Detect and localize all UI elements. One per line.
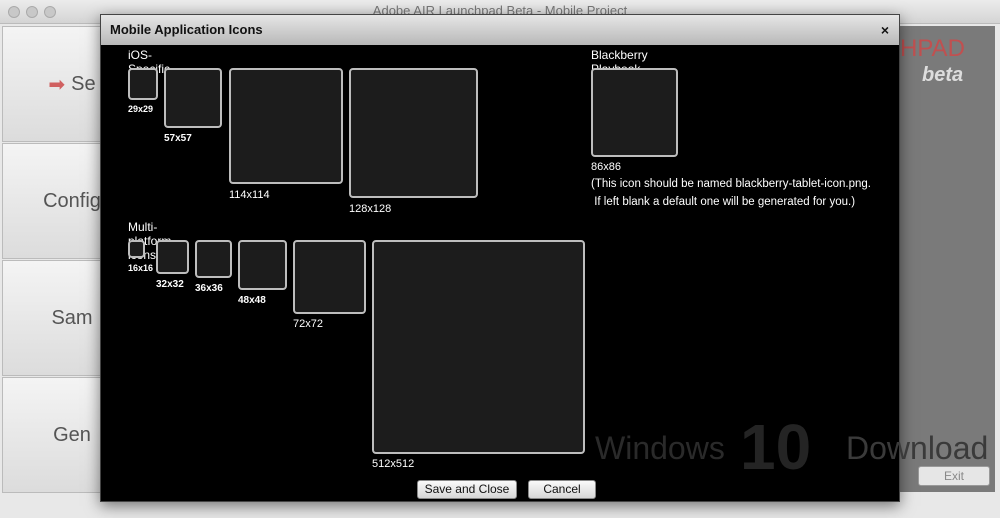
right-panel: [900, 26, 995, 492]
sidebar-label: Config: [43, 189, 101, 212]
dialog-title: Mobile Application Icons: [110, 22, 263, 37]
sidebar-label: Sam: [51, 306, 93, 329]
minimize-window-button[interactable]: [26, 6, 38, 18]
icon-slot-29[interactable]: [128, 68, 158, 100]
icon-slot-72[interactable]: [293, 240, 366, 314]
sidebar-label: Se: [71, 72, 96, 95]
logo-beta: beta: [922, 64, 964, 86]
cancel-button[interactable]: Cancel: [528, 480, 596, 499]
icon-slot-57[interactable]: [164, 68, 222, 128]
blackberry-note: (This icon should be named blackberry-ta…: [591, 178, 871, 190]
blackberry-note: If left blank a default one will be gene…: [591, 196, 856, 208]
icon-slot-16[interactable]: [128, 240, 145, 258]
save-and-close-button[interactable]: Save and Close: [417, 480, 517, 499]
close-icon[interactable]: ×: [881, 15, 889, 45]
icon-slot-32[interactable]: [156, 240, 189, 274]
size-label: 32x32: [156, 279, 184, 290]
dialog-header: Mobile Application Icons ×: [101, 15, 899, 45]
sidebar-label: Gen: [53, 423, 91, 446]
size-label: 57x57: [164, 133, 192, 144]
size-label: 48x48: [238, 295, 266, 306]
icon-slot-512[interactable]: [372, 240, 585, 454]
zoom-window-button[interactable]: [44, 6, 56, 18]
arrow-right-icon: ➡: [48, 73, 66, 96]
size-label: 72x72: [293, 318, 323, 330]
size-label: 114x114: [229, 189, 270, 201]
close-window-button[interactable]: [8, 6, 20, 18]
size-label: 16x16: [128, 263, 154, 273]
icon-slot-36[interactable]: [195, 240, 232, 278]
size-label: 128x128: [349, 203, 392, 215]
icon-slot-48[interactable]: [238, 240, 287, 290]
size-label: 36x36: [195, 283, 223, 294]
icon-slot-114[interactable]: [229, 68, 343, 184]
size-label: 29x29: [128, 104, 154, 114]
icon-slot-128[interactable]: [349, 68, 478, 198]
size-label: 86x86: [591, 161, 621, 173]
icon-slot-86[interactable]: [591, 68, 678, 157]
logo: HPAD: [900, 35, 965, 62]
exit-button[interactable]: Exit: [918, 466, 990, 486]
size-label: 512x512: [372, 458, 415, 470]
